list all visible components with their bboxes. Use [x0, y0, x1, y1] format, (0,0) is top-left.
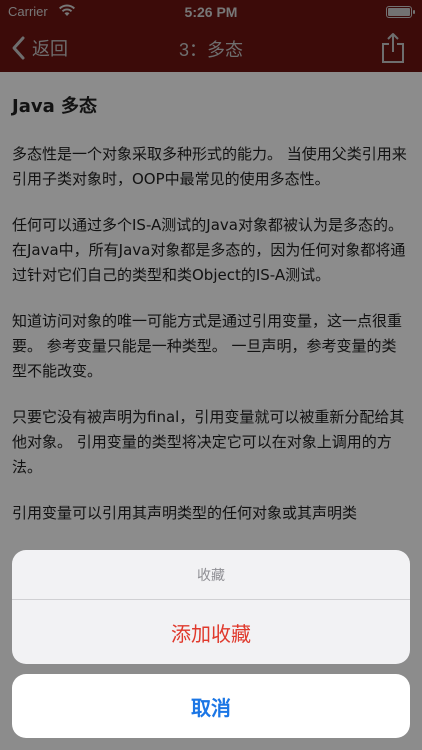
action-sheet: 收藏 添加收藏: [12, 550, 410, 664]
cancel-button[interactable]: 取消: [12, 674, 410, 738]
action-sheet-title: 收藏: [12, 550, 410, 600]
add-favorite-button[interactable]: 添加收藏: [12, 600, 410, 664]
